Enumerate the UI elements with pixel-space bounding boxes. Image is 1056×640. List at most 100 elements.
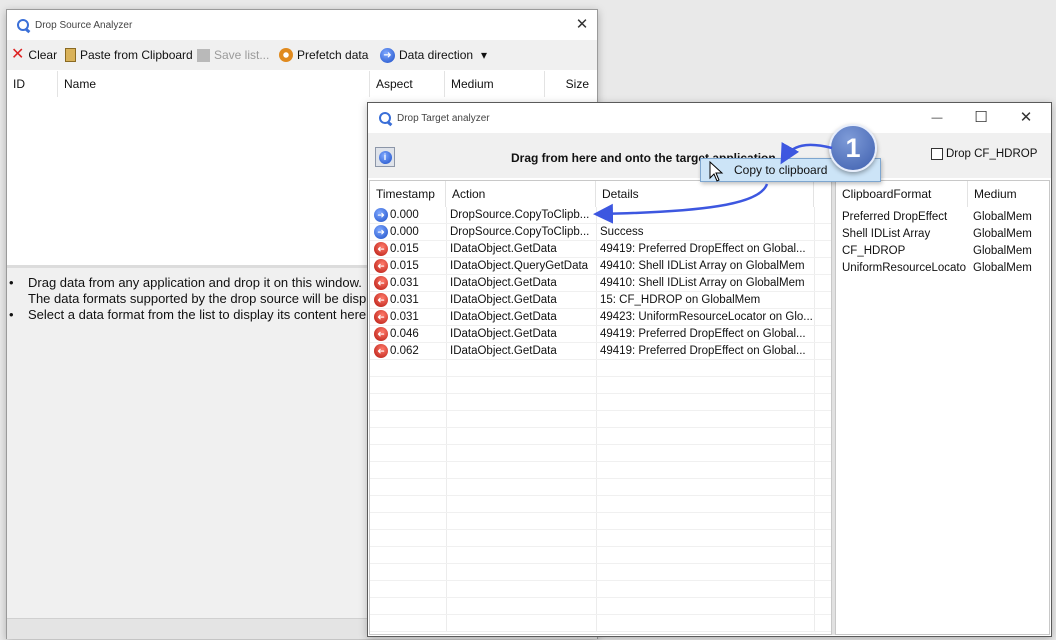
col-header-action[interactable]: Action xyxy=(446,181,596,207)
format-name: Preferred DropEffect xyxy=(842,211,948,223)
log-action: DropSource.CopyToClipb... xyxy=(450,209,590,221)
log-action: IDataObject.GetData xyxy=(450,345,557,357)
log-timestamp-cell: ➜ 0.031 xyxy=(374,292,444,309)
format-name: CF_HDROP xyxy=(842,245,906,257)
format-medium: GlobalMem xyxy=(973,228,1032,240)
log-row[interactable]: ➜ 0.031 IDataObject.GetData 15: CF_HDROP on… xyxy=(370,292,831,309)
log-row[interactable]: ➜ 0.015 IDataObject.QueryGetData 49410: She… xyxy=(370,258,831,275)
incoming-arrow-icon: ➜ xyxy=(374,292,388,307)
direction-icon: ➜ xyxy=(380,47,395,63)
log-timestamp-cell: ➜ 0.046 xyxy=(374,326,444,343)
log-details: 49419: Preferred DropEffect on Global... xyxy=(600,345,806,357)
col-header-name[interactable]: Name xyxy=(58,71,370,97)
prefetch-label: Prefetch data xyxy=(297,48,369,62)
log-action: IDataObject.GetData xyxy=(450,328,557,340)
col-header-format-medium[interactable]: Medium xyxy=(968,181,1049,207)
grid-line xyxy=(370,495,831,496)
format-medium: GlobalMem xyxy=(973,262,1032,274)
minimize-icon[interactable]: — xyxy=(926,107,948,129)
source-close-icon[interactable]: ✕ xyxy=(571,14,593,36)
source-list-header: ID Name Aspect Medium Size xyxy=(7,71,597,97)
col-header-id[interactable]: ID xyxy=(7,71,58,97)
grid-line xyxy=(370,614,831,615)
clear-label: Clear xyxy=(28,48,58,62)
paste-label: Paste from Clipboard xyxy=(80,48,193,62)
event-log-list[interactable]: Timestamp Action Details ➜ 0.000 DropSourc… xyxy=(369,180,832,635)
grid-line xyxy=(370,512,831,513)
format-row[interactable]: UniformResourceLocator GlobalMem xyxy=(836,260,1049,277)
log-timestamp-cell: ➜ 0.031 xyxy=(374,275,444,292)
col-header-timestamp[interactable]: Timestamp xyxy=(370,181,446,207)
grid-line xyxy=(370,376,831,377)
log-details: 15: CF_HDROP on GlobalMem xyxy=(600,294,761,306)
log-timestamp-cell: ➜ 0.000 xyxy=(374,207,444,224)
format-medium: GlobalMem xyxy=(973,211,1032,223)
source-toolbar: ✕ Clear Paste from Clipboard Save list..… xyxy=(7,40,597,70)
col-header-aspect[interactable]: Aspect xyxy=(370,71,445,97)
format-row[interactable]: Preferred DropEffect GlobalMem xyxy=(836,209,1049,226)
col-header-clipboard-format[interactable]: ClipboardFormat xyxy=(836,181,968,207)
log-row[interactable]: ➜ 0.031 IDataObject.GetData 49423: UniformR… xyxy=(370,309,831,326)
grid-line xyxy=(370,444,831,445)
log-timestamp-cell: ➜ 0.062 xyxy=(374,343,444,360)
grid-line xyxy=(370,461,831,462)
log-row[interactable]: ➜ 0.046 IDataObject.GetData 49419: Preferre… xyxy=(370,326,831,343)
log-action: IDataObject.GetData xyxy=(450,243,557,255)
target-window-title: Drop Target analyzer xyxy=(397,113,490,124)
log-action: IDataObject.GetData xyxy=(450,311,557,323)
save-list-button[interactable]: Save list... xyxy=(197,40,269,70)
data-direction-button[interactable]: ➜ Data direction xyxy=(380,40,473,70)
format-name: UniformResourceLocator xyxy=(842,262,966,274)
maximize-icon[interactable]: ☐ xyxy=(970,107,992,129)
log-row[interactable]: ➜ 0.015 IDataObject.GetData 49419: Preferre… xyxy=(370,241,831,258)
incoming-arrow-icon: ➜ xyxy=(374,326,388,341)
log-row[interactable]: ➜ 0.000 DropSource.CopyToClipb... xyxy=(370,207,831,224)
app-logo-icon xyxy=(379,112,391,124)
paste-from-clipboard-button[interactable]: Paste from Clipboard xyxy=(65,40,193,70)
source-titlebar[interactable]: Drop Source Analyzer ✕ xyxy=(7,10,597,40)
log-timestamp: 0.015 xyxy=(390,260,419,272)
target-close-icon[interactable]: ✕ xyxy=(1015,107,1037,129)
info-icon: i xyxy=(378,151,392,165)
format-row[interactable]: Shell IDList Array GlobalMem xyxy=(836,226,1049,243)
grid-line xyxy=(370,631,831,632)
clear-button[interactable]: ✕ Clear xyxy=(11,40,57,70)
log-row[interactable]: ➜ 0.031 IDataObject.GetData 49410: Shell ID… xyxy=(370,275,831,292)
save-icon xyxy=(197,48,210,62)
grid-line xyxy=(370,529,831,530)
incoming-arrow-icon: ➜ xyxy=(374,275,388,290)
log-timestamp: 0.062 xyxy=(390,345,419,357)
grid-line xyxy=(370,478,831,479)
col-header-medium[interactable]: Medium xyxy=(445,71,545,97)
log-row[interactable]: ➜ 0.062 IDataObject.GetData 49419: Preferre… xyxy=(370,343,831,360)
prefetch-data-button[interactable]: Prefetch data xyxy=(279,40,368,70)
grid-line xyxy=(370,580,831,581)
grid-line xyxy=(370,597,831,598)
target-titlebar[interactable]: Drop Target analyzer — ☐ ✕ xyxy=(368,103,1051,133)
drop-hdrop-checkbox[interactable]: Drop CF_HDROP xyxy=(931,148,1037,160)
data-direction-dropdown[interactable]: ▾ xyxy=(481,40,487,70)
col-header-size[interactable]: Size xyxy=(545,71,597,97)
incoming-arrow-icon: ➜ xyxy=(374,309,388,324)
log-details: 49410: Shell IDList Array on GlobalMem xyxy=(600,277,805,289)
log-action: IDataObject.GetData xyxy=(450,277,557,289)
incoming-arrow-icon: ➜ xyxy=(374,343,388,358)
log-timestamp-cell: ➜ 0.000 xyxy=(374,224,444,241)
log-timestamp: 0.000 xyxy=(390,226,419,238)
clipboard-format-list[interactable]: ClipboardFormat Medium Preferred DropEff… xyxy=(835,180,1050,635)
log-timestamp-cell: ➜ 0.015 xyxy=(374,241,444,258)
log-timestamp: 0.046 xyxy=(390,328,419,340)
drag-source-icon[interactable]: i xyxy=(375,147,395,167)
format-row[interactable]: CF_HDROP GlobalMem xyxy=(836,243,1049,260)
drop-hdrop-label: Drop CF_HDROP xyxy=(946,148,1038,160)
log-timestamp: 0.000 xyxy=(390,209,419,221)
log-row[interactable]: ➜ 0.000 DropSource.CopyToClipb... Success xyxy=(370,224,831,241)
col-header-details[interactable]: Details xyxy=(596,181,814,207)
info-bullet-2: • xyxy=(9,307,14,322)
info-line-1: Drag data from any application and drop … xyxy=(28,275,362,290)
clipboard-icon xyxy=(65,48,76,62)
step-number: 1 xyxy=(845,133,861,163)
outgoing-arrow-icon: ➜ xyxy=(374,224,388,239)
log-details: 49410: Shell IDList Array on GlobalMem xyxy=(600,260,805,272)
format-medium: GlobalMem xyxy=(973,245,1032,257)
